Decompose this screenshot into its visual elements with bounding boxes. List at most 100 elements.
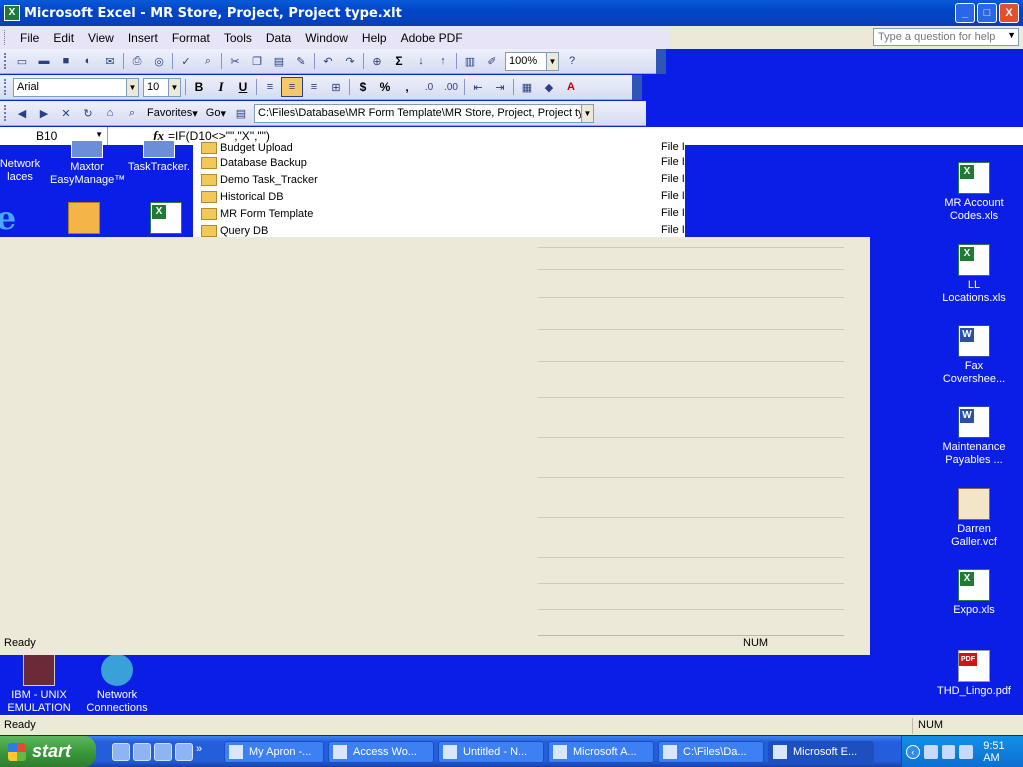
- show-only-web-toolbar-icon[interactable]: ▤: [230, 103, 252, 123]
- autosum-icon[interactable]: Σ: [388, 51, 410, 71]
- align-center-icon[interactable]: ≡: [281, 77, 303, 97]
- tray-sync-icon[interactable]: [941, 744, 956, 759]
- desktop-icon-ll-locations[interactable]: LL Locations.xls: [938, 244, 1010, 305]
- menu-format[interactable]: Format: [165, 31, 217, 45]
- bold-button[interactable]: B: [188, 77, 210, 97]
- drawing-icon[interactable]: ✐: [481, 51, 503, 71]
- menu-insert[interactable]: Insert: [121, 31, 165, 45]
- menu-window[interactable]: Window: [298, 31, 355, 45]
- menu-adobe-pdf[interactable]: Adobe PDF: [394, 31, 470, 45]
- tray-volume-icon[interactable]: [959, 744, 974, 759]
- print-preview-icon[interactable]: ◎: [148, 51, 170, 71]
- refresh-icon[interactable]: ↻: [77, 103, 99, 123]
- permission-icon[interactable]: ◐: [77, 51, 99, 71]
- toolbar-options[interactable]: [656, 48, 666, 74]
- notepad-icon[interactable]: [175, 742, 193, 761]
- chevron-down-icon[interactable]: ▼: [1007, 30, 1016, 40]
- chart-wizard-icon[interactable]: ▥: [459, 51, 481, 71]
- help-icon[interactable]: ?: [561, 51, 583, 71]
- merge-center-icon[interactable]: ⊞: [325, 77, 347, 97]
- font-size-select[interactable]: 10 ▼: [143, 77, 181, 97]
- internet-explorer-icon[interactable]: [112, 742, 130, 761]
- desktop-icon-ibm-unix[interactable]: IBM - UNIX EMULATION: [4, 654, 74, 715]
- font-color-icon[interactable]: A: [560, 77, 582, 97]
- desktop-icon-fax-coversheet[interactable]: Fax Covershee...: [938, 325, 1010, 386]
- chevron-left-icon[interactable]: ‹: [906, 744, 920, 759]
- desktop-icon-thd-lingo[interactable]: THD_Lingo.pdf: [934, 650, 1014, 698]
- borders-icon[interactable]: ▦: [516, 77, 538, 97]
- sort-ascending-icon[interactable]: ↓: [410, 51, 432, 71]
- desktop-icon-network-connections[interactable]: Network Connections: [84, 654, 150, 715]
- desktop-icon-network-places[interactable]: Network laces: [0, 150, 52, 184]
- favorites-menu[interactable]: Favorites ▾: [143, 103, 202, 123]
- go-menu[interactable]: Go ▾: [202, 103, 230, 123]
- print-icon[interactable]: ⎙: [126, 51, 148, 71]
- clock[interactable]: 9:51 AM: [983, 740, 1023, 764]
- chevron-down-icon[interactable]: ▼: [546, 52, 558, 70]
- decrease-indent-icon[interactable]: ⇤: [467, 77, 489, 97]
- currency-button[interactable]: $: [352, 77, 374, 97]
- menu-edit[interactable]: Edit: [46, 31, 81, 45]
- taskbar-button-explorer-folder[interactable]: C:\Files\Da...: [658, 740, 764, 763]
- email-icon[interactable]: ✉: [99, 51, 121, 71]
- menu-view[interactable]: View: [81, 31, 121, 45]
- taskbar-button-access-wo[interactable]: Access Wo...: [328, 740, 434, 763]
- folder-row[interactable]: MR Form Template: [201, 205, 313, 222]
- home-icon[interactable]: ⌂: [99, 103, 121, 123]
- menu-grip[interactable]: [4, 30, 7, 45]
- taskbar-button-microsoft-access[interactable]: Microsoft A...: [548, 740, 654, 763]
- underline-button[interactable]: U: [232, 77, 254, 97]
- help-question-input[interactable]: Type a question for help ▼: [873, 28, 1019, 46]
- minimize-button[interactable]: _: [955, 3, 975, 23]
- research-icon[interactable]: ⌕: [197, 51, 219, 71]
- desktop-icon-calendar[interactable]: [66, 202, 102, 237]
- menu-data[interactable]: Data: [259, 31, 298, 45]
- desktop-icon-mr-account-codes[interactable]: MR Account Codes.xls: [938, 162, 1010, 223]
- search-icon[interactable]: ⌕: [121, 103, 143, 123]
- fill-color-icon[interactable]: ◆: [538, 77, 560, 97]
- menu-help[interactable]: Help: [355, 31, 394, 45]
- taskbar-button-my-apron[interactable]: My Apron -...: [224, 740, 324, 763]
- comma-button[interactable]: ,: [396, 77, 418, 97]
- cut-icon[interactable]: ✂: [224, 51, 246, 71]
- chevron-right-icon[interactable]: »: [196, 743, 214, 761]
- undo-icon[interactable]: ↶: [317, 51, 339, 71]
- taskbar-button-untitled-notepad[interactable]: Untitled - N...: [438, 740, 544, 763]
- menu-file[interactable]: File: [13, 31, 46, 45]
- desktop-icon-internet-explorer[interactable]: e: [0, 202, 26, 237]
- start-button[interactable]: start: [0, 736, 96, 767]
- restore-button[interactable]: □: [977, 3, 997, 23]
- acrobat-icon[interactable]: [133, 742, 151, 761]
- chevron-down-icon[interactable]: ▼: [126, 78, 138, 96]
- menu-tools[interactable]: Tools: [217, 31, 259, 45]
- hyperlink-icon[interactable]: ⊕: [366, 51, 388, 71]
- open-icon[interactable]: ▬: [33, 51, 55, 71]
- paste-icon[interactable]: ▤: [268, 51, 290, 71]
- redo-icon[interactable]: ↷: [339, 51, 361, 71]
- folder-row[interactable]: Database Backup: [201, 154, 307, 171]
- toolbar-grip[interactable]: [4, 105, 7, 121]
- copy-icon[interactable]: ❐: [246, 51, 268, 71]
- close-button[interactable]: X: [999, 3, 1019, 23]
- folder-row[interactable]: Demo Task_Tracker: [201, 171, 318, 188]
- desktop-icon-expo[interactable]: Expo.xls: [938, 569, 1010, 617]
- chevron-down-icon[interactable]: ▼: [168, 78, 180, 96]
- toolbar-options[interactable]: [632, 74, 642, 100]
- align-right-icon[interactable]: ≡: [303, 77, 325, 97]
- stop-icon[interactable]: ✕: [55, 103, 77, 123]
- desktop-icon-maintenance-payables[interactable]: Maintenance Payables ...: [934, 406, 1014, 467]
- tray-network-icon[interactable]: [923, 744, 938, 759]
- desktop-icon-maxtor[interactable]: Maxtor EasyManage™: [50, 140, 125, 187]
- back-icon[interactable]: ◀: [11, 103, 33, 123]
- save-icon[interactable]: ■: [55, 51, 77, 71]
- folder-row[interactable]: Historical DB: [201, 188, 284, 205]
- italic-button[interactable]: I: [210, 77, 232, 97]
- taskbar-button-microsoft-excel[interactable]: Microsoft E...: [768, 740, 874, 763]
- new-icon[interactable]: ▭: [11, 51, 33, 71]
- toolbar-grip[interactable]: [4, 53, 7, 69]
- font-select[interactable]: Arial ▼: [13, 77, 139, 97]
- increase-indent-icon[interactable]: ⇥: [489, 77, 511, 97]
- percent-button[interactable]: %: [374, 77, 396, 97]
- sort-descending-icon[interactable]: ↑: [432, 51, 454, 71]
- outlook-icon[interactable]: [154, 742, 172, 761]
